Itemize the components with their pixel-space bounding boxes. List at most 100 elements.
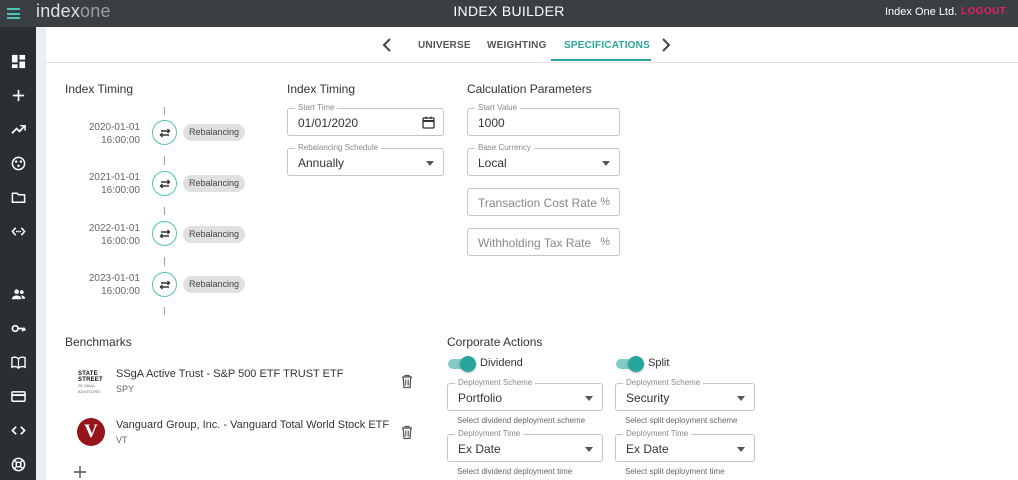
event-time: 16:00:00 <box>101 236 140 247</box>
event-date: 2023-01-01 <box>88 273 140 284</box>
event-date: 2020-01-01 <box>88 122 140 133</box>
timeline-connector <box>164 156 165 165</box>
dividend-deployment-time-select[interactable]: Deployment Time Ex Date <box>447 429 603 462</box>
calendar-icon[interactable] <box>422 116 435 129</box>
app-root: indexone INDEX BUILDER Index One Ltd. LO… <box>0 0 1018 480</box>
rebalancing-schedule-value: Annually <box>298 156 345 170</box>
base-currency-value: Local <box>478 156 507 170</box>
rebalance-icon <box>152 221 177 246</box>
dropdown-caret-icon <box>737 447 745 452</box>
base-currency-select[interactable]: Base Currency Local <box>467 143 620 176</box>
chevron-left-icon[interactable] <box>380 37 394 53</box>
tab-weighting[interactable]: WEIGHTING <box>487 40 547 51</box>
logo-part-one: one <box>80 1 111 21</box>
timeline-event-datetime: 2021-01-01 16:00:00 <box>80 171 140 197</box>
split-deployment-scheme-select[interactable]: Deployment Scheme Security <box>615 378 755 411</box>
split-time-value: Ex Date <box>626 442 669 456</box>
rebalance-icon <box>152 120 177 145</box>
timeline-event-datetime: 2020-01-01 16:00:00 <box>80 121 140 147</box>
corporate-actions-title: Corporate Actions <box>447 335 543 349</box>
timeline-event-datetime: 2023-01-01 16:00:00 <box>80 272 140 298</box>
split-deployment-time-select[interactable]: Deployment Time Ex Date <box>615 429 755 462</box>
folder-icon[interactable] <box>9 188 27 206</box>
dividend-scheme-value: Portfolio <box>458 391 503 405</box>
dropdown-caret-icon <box>602 161 610 166</box>
calculation-parameters-title: Calculation Parameters <box>467 82 592 96</box>
top-bar: indexone INDEX BUILDER Index One Ltd. LO… <box>0 0 1018 27</box>
transaction-cost-rate-field[interactable]: Transaction Cost Rate % <box>467 188 620 216</box>
vanguard-logo: V <box>77 418 105 446</box>
rebalance-icon <box>152 171 177 196</box>
app-logo[interactable]: indexone <box>36 1 111 22</box>
start-time-label: Start Time <box>295 103 338 113</box>
event-chip: Rebalancing <box>183 276 246 293</box>
sidebar <box>0 27 36 480</box>
add-benchmark-icon[interactable] <box>73 465 87 479</box>
card-icon[interactable] <box>9 387 27 405</box>
delete-icon[interactable] <box>400 424 414 440</box>
dividend-toggle[interactable] <box>448 356 476 372</box>
dividend-scheme-label: Deployment Scheme <box>455 378 536 388</box>
people-icon[interactable] <box>9 285 27 303</box>
benchmark-ticker: SPY <box>116 384 135 394</box>
event-chip: Rebalancing <box>183 124 246 141</box>
state-street-logo: STATE STREET GLOBAL ADVISORS <box>78 371 103 394</box>
timeline-event-datetime: 2022-01-01 16:00:00 <box>80 222 140 248</box>
dropdown-caret-icon <box>426 161 434 166</box>
lifebuoy-icon[interactable] <box>9 455 27 473</box>
rebalancing-schedule-select[interactable]: Rebalancing Schedule Annually <box>287 143 444 176</box>
code-icon[interactable] <box>9 421 27 439</box>
timeline-connector <box>164 207 165 215</box>
start-time-value: 01/01/2020 <box>298 116 359 130</box>
percent-suffix: % <box>600 196 610 208</box>
benchmark-name: Vanguard Group, Inc. - Vanguard Total Wo… <box>116 419 390 431</box>
tab-bar: UNIVERSE WEIGHTING SPECIFICATIONS <box>46 27 1018 63</box>
event-date: 2021-01-01 <box>88 172 140 183</box>
scatter-icon[interactable] <box>9 154 27 172</box>
dividend-time-label: Deployment Time <box>455 429 524 439</box>
add-icon[interactable] <box>9 86 27 104</box>
split-toggle[interactable] <box>616 356 644 372</box>
start-value-field[interactable]: Start Value 1000 <box>467 103 620 136</box>
dashboard-icon[interactable] <box>9 52 27 70</box>
toggle-knob <box>460 356 476 372</box>
trending-icon[interactable] <box>9 120 27 138</box>
delete-icon[interactable] <box>400 373 414 389</box>
dividend-scheme-helper: Select dividend deployment scheme <box>457 416 586 425</box>
code-brackets-icon[interactable] <box>9 222 27 240</box>
event-time: 16:00:00 <box>101 185 140 196</box>
split-time-helper: Select split deployment time <box>625 467 725 476</box>
start-value-label: Start Value <box>475 103 520 113</box>
split-scheme-label: Deployment Scheme <box>623 378 704 388</box>
menu-icon[interactable] <box>7 8 20 19</box>
tab-universe[interactable]: UNIVERSE <box>418 40 471 51</box>
rebalance-icon <box>152 272 177 297</box>
timeline-title: Index Timing <box>65 82 134 96</box>
dropdown-caret-icon <box>585 447 593 452</box>
withholding-tax-rate-field[interactable]: Withholding Tax Rate % <box>467 228 620 256</box>
event-chip: Rebalancing <box>183 226 246 243</box>
chevron-right-icon[interactable] <box>659 37 673 53</box>
tab-specifications[interactable]: SPECIFICATIONS <box>564 40 650 51</box>
book-icon[interactable] <box>9 353 27 371</box>
timeline-connector <box>164 107 165 115</box>
start-value-value: 1000 <box>478 116 505 130</box>
rebalancing-schedule-label: Rebalancing Schedule <box>295 143 382 153</box>
dividend-deployment-scheme-select[interactable]: Deployment Scheme Portfolio <box>447 378 603 411</box>
dividend-time-helper: Select dividend deployment time <box>457 467 573 476</box>
key-icon[interactable] <box>9 319 27 337</box>
dropdown-caret-icon <box>737 396 745 401</box>
timeline-connector <box>164 257 165 266</box>
event-chip: Rebalancing <box>183 175 246 192</box>
dropdown-caret-icon <box>585 396 593 401</box>
start-time-field[interactable]: Start Time 01/01/2020 <box>287 103 444 136</box>
company-name: Index One Ltd. <box>885 6 958 18</box>
app-title: INDEX BUILDER <box>453 3 565 19</box>
split-scheme-value: Security <box>626 391 670 405</box>
main-card: UNIVERSE WEIGHTING SPECIFICATIONS Index … <box>46 27 1018 480</box>
logout-button[interactable]: LOGOUT <box>961 6 1006 17</box>
dividend-time-value: Ex Date <box>458 442 501 456</box>
base-currency-label: Base Currency <box>475 143 534 153</box>
split-scheme-helper: Select split deployment scheme <box>625 416 738 425</box>
benchmark-name: SSgA Active Trust - S&P 500 ETF TRUST ET… <box>116 368 344 380</box>
